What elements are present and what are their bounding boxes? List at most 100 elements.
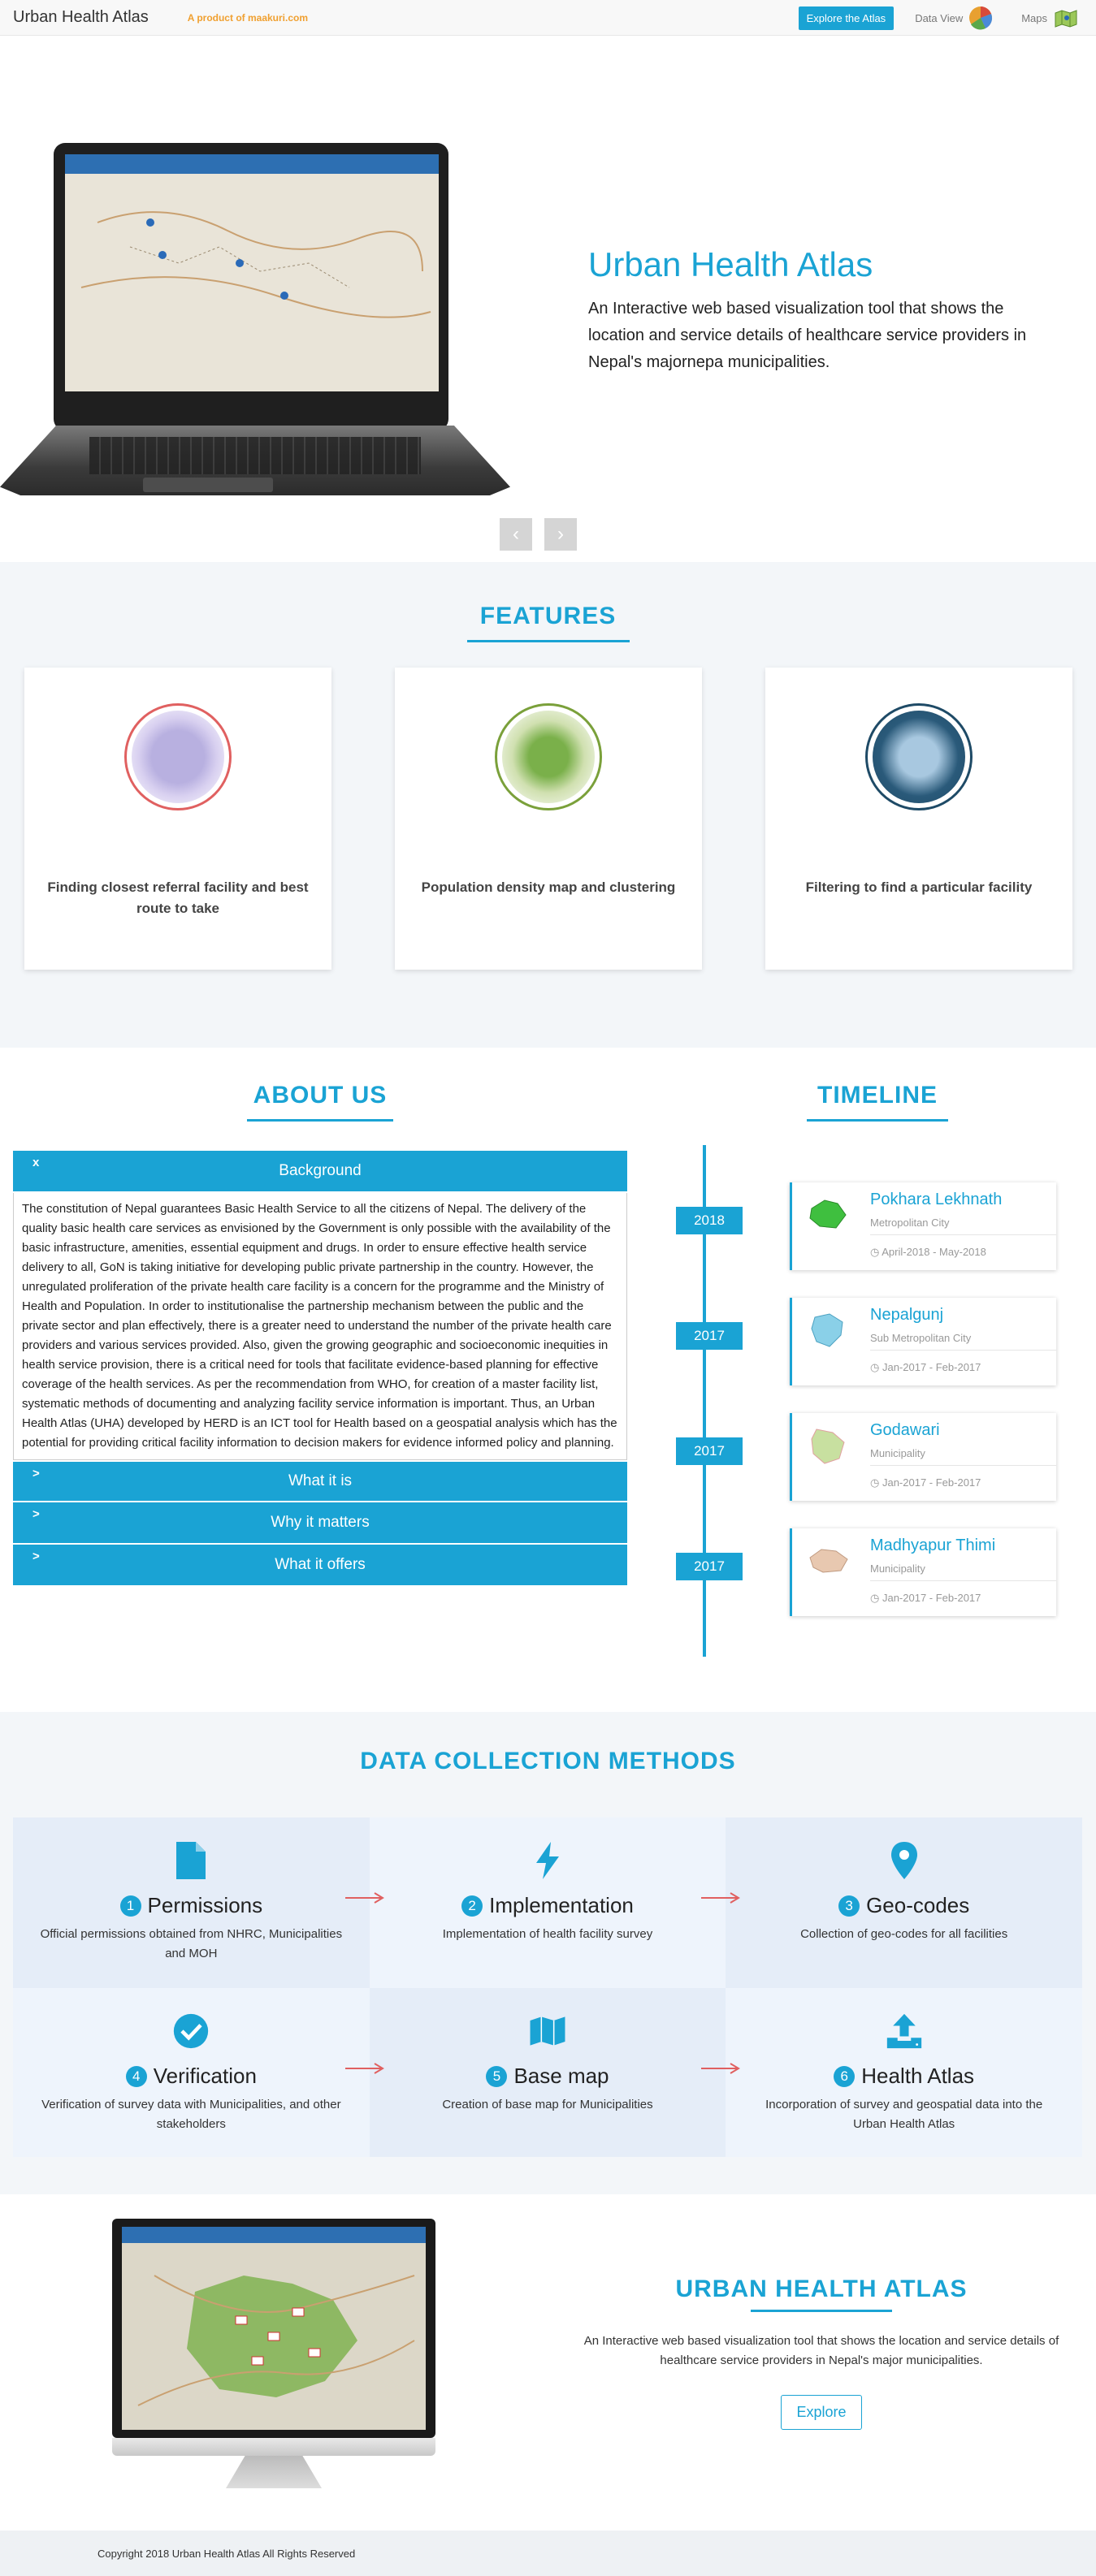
- clock-icon: ◷: [870, 1592, 882, 1604]
- promo-section: URBAN HEALTH ATLAS An Interactive web ba…: [0, 2194, 1096, 2531]
- dcm-step: 1 Permissions Official permissions obtain…: [13, 1817, 370, 1988]
- features-section: FEATURES Finding closest referral facili…: [0, 562, 1096, 1048]
- dcm-step-desc: Verification of survey data with Municip…: [41, 2098, 341, 2131]
- step-number: 3: [838, 1895, 860, 1917]
- clock-icon: ◷: [870, 1476, 882, 1489]
- dcm-step-desc: Implementation of health facility survey: [442, 1927, 653, 1941]
- survey-date: ◷ Jan-2017 - Feb-2017: [870, 1476, 981, 1489]
- dcm-step-title: 1 Permissions: [13, 1893, 370, 1918]
- timeline-card[interactable]: Godawari Municipality ◷ Jan-2017 - Feb-2…: [790, 1413, 1056, 1501]
- dcm-title: DATA COLLECTION METHODS: [360, 1748, 736, 1774]
- timeline-title: TIMELINE: [817, 1082, 938, 1109]
- accordion-header-what-it-offers[interactable]: > What it offers: [13, 1545, 627, 1587]
- explore-button[interactable]: Explore: [781, 2395, 862, 2430]
- municipality-name[interactable]: Nepalgunj: [870, 1306, 943, 1325]
- about-us: ABOUT US x Background The constitution o…: [13, 1048, 627, 1587]
- upload-icon: [886, 2013, 921, 2049]
- footer: Copyright 2018 Urban Health Atlas All Ri…: [0, 2531, 1096, 2576]
- survey-date-text: April-2018 - May-2018: [882, 1246, 986, 1258]
- card-divider: [870, 1465, 1056, 1466]
- screen-map: [80, 211, 431, 318]
- check-circle-icon: [174, 2013, 209, 2049]
- timeline-card[interactable]: Madhyapur Thimi Municipality ◷ Jan-2017 …: [790, 1528, 1056, 1616]
- survey-date: ◷ Jan-2017 - Feb-2017: [870, 1361, 981, 1374]
- accordion-label: What it is: [288, 1472, 353, 1489]
- step-title-text: Geo-codes: [866, 1893, 970, 1917]
- timeline: TIMELINE 2018 Pokhara Lekhnath Metropoli…: [666, 1048, 1089, 1657]
- carousel-controls: ‹ ›: [500, 518, 577, 551]
- accordion-label: What it offers: [275, 1556, 366, 1573]
- accordion-header-why-it-matters[interactable]: > Why it matters: [13, 1502, 627, 1545]
- card-divider: [870, 1234, 1056, 1235]
- promo-text: URBAN HEALTH ATLAS An Interactive web ba…: [574, 2276, 1069, 2430]
- arrow-right-icon: [344, 2063, 384, 2074]
- step-number: 6: [834, 2065, 856, 2087]
- timeline-year: 2018: [676, 1207, 743, 1234]
- explore-atlas-button[interactable]: Explore the Atlas: [798, 6, 895, 30]
- municipality-name[interactable]: Pokhara Lekhnath: [870, 1191, 1002, 1209]
- timeline-card[interactable]: Nepalgunj Sub Metropolitan City ◷ Jan-20…: [790, 1298, 1056, 1385]
- hero-description: An Interactive web based visualization t…: [588, 300, 1027, 371]
- feature-image: [124, 703, 232, 810]
- card-divider: [870, 1350, 1056, 1351]
- monitor-stand: [226, 2456, 322, 2488]
- laptop-touchpad: [143, 478, 273, 492]
- survey-date-text: Jan-2017 - Feb-2017: [882, 1476, 981, 1489]
- promo-underline: [751, 2310, 892, 2312]
- carousel-prev-button[interactable]: ‹: [500, 518, 532, 551]
- hero-carousel: Urban Health Atlas An Interactive web ba…: [0, 36, 1096, 551]
- laptop-keyboard: [89, 437, 421, 474]
- nav-right: Explore the Atlas Data View Maps: [798, 0, 1078, 36]
- carousel-next-button[interactable]: ›: [544, 518, 577, 551]
- product-link[interactable]: A product of maakuri.com: [188, 12, 308, 24]
- hero-title: Urban Health Atlas: [588, 245, 873, 283]
- step-number: 2: [461, 1895, 483, 1917]
- survey-date-text: Jan-2017 - Feb-2017: [882, 1361, 981, 1373]
- feature-card: Filtering to find a particular facility: [765, 668, 1072, 970]
- timeline-year: 2017: [676, 1437, 743, 1465]
- accordion-header-what-it-is[interactable]: > What it is: [13, 1460, 627, 1502]
- dcm-step-desc: Incorporation of survey and geospatial d…: [765, 2098, 1043, 2131]
- features-underline: [466, 640, 630, 642]
- step-title-text: Health Atlas: [861, 2064, 975, 2088]
- screen-header-bar: [65, 154, 439, 174]
- dcm-step-title: 3 Geo-codes: [726, 1893, 1082, 1918]
- timeline-item[interactable]: 2017 Nepalgunj Sub Metropolitan City ◷ J…: [666, 1298, 1072, 1389]
- dcm-step: 3 Geo-codes Collection of geo-codes for a…: [701, 1817, 1082, 1988]
- municipality-map-icon: [809, 1549, 848, 1573]
- bolt-icon: [535, 1842, 559, 1879]
- survey-date-text: Jan-2017 - Feb-2017: [882, 1592, 981, 1604]
- timeline-item[interactable]: 2017 Madhyapur Thimi Municipality ◷ Jan-…: [666, 1528, 1072, 1619]
- municipality-map-icon: [811, 1428, 845, 1464]
- municipality-map-icon: [809, 1199, 847, 1229]
- promo-title: URBAN HEALTH ATLAS: [675, 2276, 968, 2302]
- step-number: 1: [119, 1895, 141, 1917]
- timeline-item[interactable]: 2018 Pokhara Lekhnath Metropolitan City …: [666, 1182, 1072, 1273]
- maps-link[interactable]: Maps: [1021, 8, 1078, 28]
- timeline-card[interactable]: Pokhara Lekhnath Metropolitan City ◷ Apr…: [790, 1182, 1056, 1270]
- dcm-step-title: 2 Implementation: [370, 1893, 726, 1918]
- step-title-text: Verification: [153, 2064, 257, 2088]
- municipality-type: Municipality: [870, 1447, 925, 1459]
- timeline-item[interactable]: 2017 Godawari Municipality ◷ Jan-2017 - …: [666, 1413, 1072, 1504]
- accordion-header-background[interactable]: x Background: [13, 1151, 627, 1193]
- monitor-chin: [112, 2438, 435, 2456]
- monitor-header-bar: [122, 2227, 426, 2243]
- timeline-underline: [807, 1119, 948, 1122]
- accordion-label: Background: [279, 1162, 362, 1179]
- timeline-year: 2017: [676, 1553, 743, 1580]
- card-divider: [870, 1580, 1056, 1581]
- clock-icon: ◷: [870, 1361, 882, 1373]
- step-title-text: Implementation: [489, 1893, 634, 1917]
- feature-text: Filtering to find a particular facility: [805, 880, 1033, 895]
- laptop-screen: [65, 154, 439, 391]
- feature-cards: Finding closest referral facility and be…: [24, 668, 1072, 970]
- municipality-type: Sub Metropolitan City: [870, 1332, 972, 1344]
- municipality-name[interactable]: Madhyapur Thimi: [870, 1537, 995, 1555]
- municipality-name[interactable]: Godawari: [870, 1421, 940, 1440]
- feature-text: Population density map and clustering: [421, 880, 676, 895]
- data-view-link[interactable]: Data View: [915, 5, 994, 31]
- dcm-step: 6 Health Atlas Incorporation of survey an…: [701, 1988, 1082, 2157]
- brand-logo[interactable]: Urban Health Atlas: [13, 8, 149, 27]
- features-title: FEATURES: [479, 603, 617, 629]
